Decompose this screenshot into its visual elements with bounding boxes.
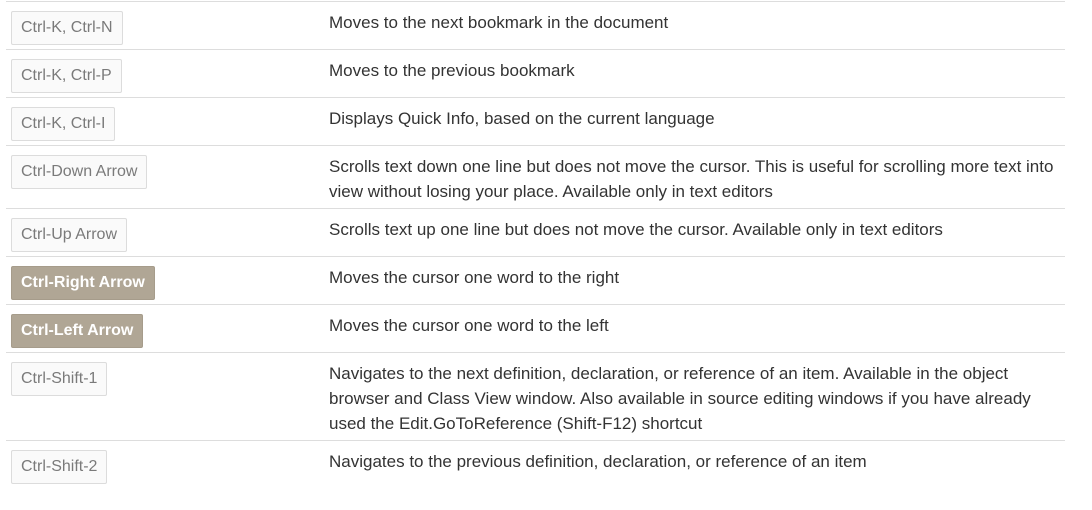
shortcut-description: Navigates to the previous definition, de…	[329, 452, 867, 471]
table-row: Ctrl-Right Arrow Moves the cursor one wo…	[6, 257, 1065, 305]
key-cell: Ctrl-K, Ctrl-I	[6, 98, 329, 141]
shortcut-key-highlighted[interactable]: Ctrl-Right Arrow	[11, 266, 155, 300]
key-cell: Ctrl-Left Arrow	[6, 305, 329, 348]
key-cell: Ctrl-K, Ctrl-P	[6, 50, 329, 93]
shortcut-description: Moves the cursor one word to the left	[329, 316, 609, 335]
table-row: Ctrl-Shift-1 Navigates to the next defin…	[6, 353, 1065, 441]
shortcut-key[interactable]: Ctrl-K, Ctrl-P	[11, 59, 122, 93]
shortcut-description: Scrolls text down one line but does not …	[329, 157, 1054, 201]
shortcut-description: Moves to the next bookmark in the docume…	[329, 13, 669, 32]
key-cell: Ctrl-Shift-2	[6, 441, 329, 484]
table-row: Ctrl-K, Ctrl-P Moves to the previous boo…	[6, 50, 1065, 98]
table-row: Ctrl-Up Arrow Scrolls text up one line b…	[6, 209, 1065, 257]
key-cell: Ctrl-Right Arrow	[6, 257, 329, 300]
shortcut-key[interactable]: Ctrl-Shift-2	[11, 450, 108, 484]
key-cell: Ctrl-K, Ctrl-N	[6, 2, 329, 45]
shortcut-key[interactable]: Ctrl-Up Arrow	[11, 218, 128, 252]
key-cell: Ctrl-Down Arrow	[6, 146, 329, 189]
table-row: Ctrl-K, Ctrl-N Moves to the next bookmar…	[6, 2, 1065, 50]
table-row: Ctrl-Left Arrow Moves the cursor one wor…	[6, 305, 1065, 353]
shortcut-key[interactable]: Ctrl-K, Ctrl-I	[11, 107, 116, 141]
shortcut-key[interactable]: Ctrl-Shift-1	[11, 362, 108, 396]
shortcut-key[interactable]: Ctrl-K, Ctrl-N	[11, 11, 123, 45]
key-cell: Ctrl-Shift-1	[6, 353, 329, 396]
key-cell: Ctrl-Up Arrow	[6, 209, 329, 252]
shortcut-description: Navigates to the next definition, declar…	[329, 364, 1031, 433]
shortcut-description: Moves to the previous bookmark	[329, 61, 575, 80]
shortcut-description: Moves the cursor one word to the right	[329, 268, 620, 287]
shortcut-table: Ctrl-K, Ctrl-N Moves to the next bookmar…	[6, 1, 1065, 496]
shortcut-description: Scrolls text up one line but does not mo…	[329, 220, 943, 239]
shortcut-description: Displays Quick Info, based on the curren…	[329, 109, 715, 128]
shortcut-key[interactable]: Ctrl-Down Arrow	[11, 155, 148, 189]
table-row: Ctrl-Shift-2 Navigates to the previous d…	[6, 441, 1065, 496]
table-row: Ctrl-Down Arrow Scrolls text down one li…	[6, 146, 1065, 209]
table-row: Ctrl-K, Ctrl-I Displays Quick Info, base…	[6, 98, 1065, 146]
shortcut-key-highlighted[interactable]: Ctrl-Left Arrow	[11, 314, 144, 348]
